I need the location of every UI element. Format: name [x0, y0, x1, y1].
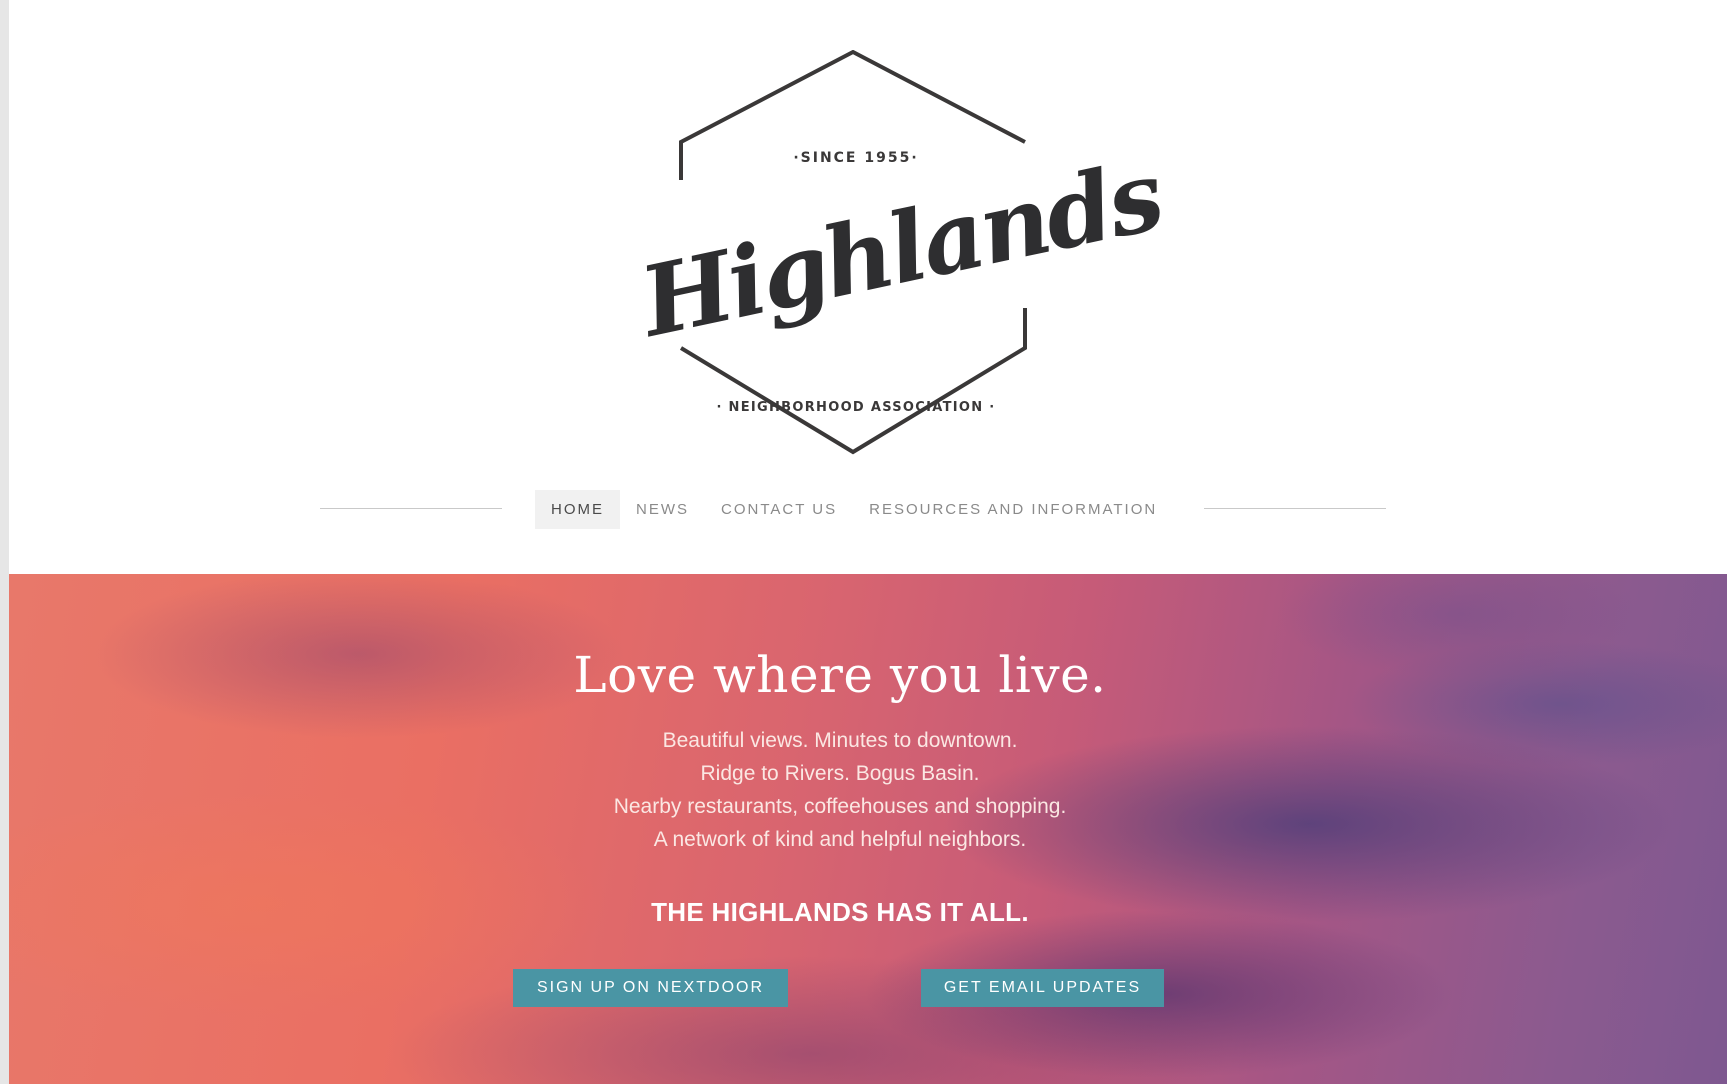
nextdoor-signup-button[interactable]: SIGN UP ON NEXTDOOR: [513, 969, 788, 1007]
email-updates-button[interactable]: GET EMAIL UPDATES: [921, 969, 1164, 1007]
nav-item-news[interactable]: NEWS: [620, 490, 705, 529]
hero-banner: Love where you live. Beautiful views. Mi…: [9, 574, 1727, 1084]
hero-line: A network of kind and helpful neighbors.: [653, 828, 1027, 851]
site-logo[interactable]: ·SINCE 1955· Highlands · NEIGHBORHOOD AS…: [632, 50, 1170, 460]
hero-line: Nearby restaurants, coffeehouses and sho…: [613, 795, 1067, 818]
nav-item-resources[interactable]: RESOURCES AND INFORMATION: [853, 490, 1173, 529]
nav-item-contact-us[interactable]: CONTACT US: [705, 490, 853, 529]
site-header: ·SINCE 1955· Highlands · NEIGHBORHOOD AS…: [9, 0, 1727, 574]
hero-line: Beautiful views. Minutes to downtown.: [662, 729, 1018, 752]
hero-tagline: THE HIGHLANDS HAS IT ALL.: [651, 897, 1029, 927]
nav-item-home[interactable]: HOME: [535, 490, 620, 529]
left-border: [0, 0, 9, 1084]
page: ·SINCE 1955· Highlands · NEIGHBORHOOD AS…: [0, 0, 1727, 1084]
nav-divider-left: [320, 508, 502, 509]
logo-since-text: ·SINCE 1955·: [793, 150, 919, 166]
hero-title: Love where you live.: [573, 646, 1107, 704]
hero-line: Ridge to Rivers. Bogus Basin.: [700, 762, 980, 785]
logo-subtitle: · NEIGHBORHOOD ASSOCIATION ·: [716, 400, 996, 415]
main-nav: HOME NEWS CONTACT US RESOURCES AND INFOR…: [535, 490, 1173, 529]
nav-divider-right: [1204, 508, 1386, 509]
